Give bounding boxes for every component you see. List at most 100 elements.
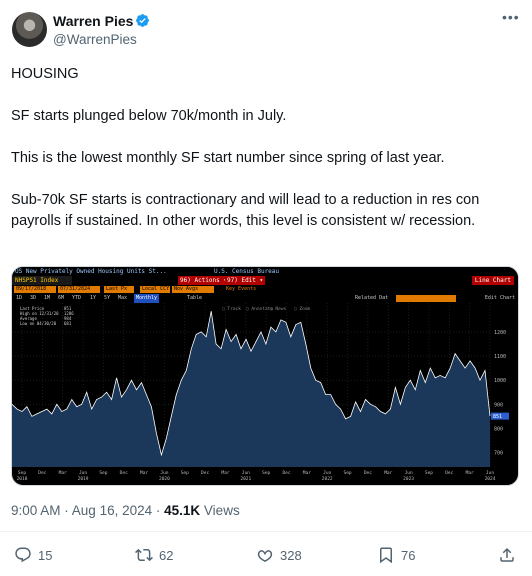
last-price-label: 851 (493, 414, 502, 420)
y-tick-label: 900 (494, 402, 503, 408)
timeframe-tab: 6M (58, 295, 65, 301)
x-tick-label: Jun (405, 470, 413, 476)
x-tick-label: Dec (445, 470, 453, 476)
x-tick-label: Sep (99, 470, 107, 476)
x-tick-label: Mar (303, 470, 311, 476)
divider (0, 531, 532, 532)
x-year-label: 2020 (159, 476, 170, 482)
chart-toolbar-item: ▢ News (270, 306, 287, 312)
x-tick-label: Dec (38, 470, 46, 476)
x-tick-label: Jun (323, 470, 331, 476)
x-tick-label: Jun (79, 470, 87, 476)
x-year-label: 2019 (78, 476, 89, 482)
actions-menu: 96) Actions ▾ (178, 276, 229, 285)
x-tick-label: Mar (384, 470, 392, 476)
averages-field: Nov Avgs (172, 286, 214, 293)
edit-menu: 97) Edit ▾ (225, 276, 266, 285)
currency-field: Local CCY (140, 286, 170, 293)
x-tick-label: Dec (364, 470, 372, 476)
legend-label: Low on 04/30/20 (20, 321, 57, 326)
timeframe-tab-active: Monthly (134, 294, 160, 303)
views-label: Views (203, 503, 240, 518)
x-tick-label: Jun (242, 470, 250, 476)
bookmark-count: 76 (401, 547, 416, 563)
reply-icon (15, 547, 31, 563)
table-label: Table (187, 295, 203, 301)
price-field: Last Px (104, 286, 134, 293)
tweet-paragraph: This is the lowest monthly SF start numb… (11, 150, 445, 166)
y-tick-label: 700 (494, 451, 503, 457)
y-tick-label: 1200 (494, 330, 506, 336)
chart-timeframe-bar: 1D 3D 1M 6M YTD 1Y 5Y Max Monthly Table … (12, 294, 518, 303)
x-tick-label: Mar (140, 470, 148, 476)
key-events-label: Key Events (226, 286, 257, 292)
chart-command-bar: NHSPS1 Index 96) Actions ▾ 97) Edit ▾ Li… (12, 276, 518, 285)
reply-count: 15 (38, 547, 53, 563)
x-tick-label: Dec (201, 470, 209, 476)
x-tick-label: Sep (343, 470, 351, 476)
x-tick-label: Sep (18, 470, 26, 476)
timestamp[interactable]: 9:00 AM · Aug 16, 2024 · 45.1K Views (11, 502, 240, 519)
x-tick-label: Jun (486, 470, 494, 476)
chart-title-bar: US New Privately Owned Housing Units St.… (12, 267, 518, 276)
repost-count: 62 (159, 547, 174, 563)
x-year-label: 2021 (240, 476, 251, 482)
bookmark-icon (380, 547, 392, 564)
timeframe-tab: 1Y (90, 295, 97, 301)
related-data-field (396, 295, 456, 302)
x-tick-label: Dec (282, 470, 290, 476)
x-year-label: 2022 (322, 476, 333, 482)
heart-icon (257, 550, 273, 562)
timeframe-tab: 1M (44, 295, 51, 301)
share-button[interactable] (498, 546, 522, 564)
timeframe-tab: YTD (72, 295, 82, 301)
display-name[interactable]: Warren Pies (53, 12, 133, 30)
line-chart-label: Line Chart (471, 276, 514, 285)
tweet-paragraph: SF starts plunged below 70k/month in Jul… (11, 108, 287, 124)
chart-image[interactable]: US New Privately Owned Housing Units St.… (11, 266, 519, 486)
more-options-icon[interactable]: ••• (502, 10, 522, 26)
date-start-field: 09/17/2018 (14, 286, 56, 293)
x-tick-label: Sep (262, 470, 270, 476)
housing-starts-chart: 700800900100011001200851Sep2018Dec Mar Jun… (12, 303, 509, 482)
repost-icon (135, 548, 153, 562)
handle[interactable]: @WarrenPies (53, 31, 137, 48)
actions-label: Actions (194, 277, 220, 284)
y-tick-label: 800 (494, 426, 503, 432)
tweet-paragraph: HOUSING (11, 66, 79, 82)
chart-settings-bar: 09/17/2018 07/31/2024 Last Px Local CCY … (12, 285, 518, 294)
x-tick-label: Mar (59, 470, 67, 476)
bookmark-button[interactable]: 76 (377, 546, 415, 564)
reply-button[interactable]: 15 (14, 546, 52, 564)
legend-value: 681 (64, 321, 72, 326)
x-tick-label: Sep (425, 470, 433, 476)
y-tick-label: 1000 (494, 378, 506, 384)
ticker-label: NHSPS1 Index (12, 276, 72, 285)
views-count: 45.1K (164, 503, 201, 518)
like-count: 328 (280, 547, 302, 563)
tweet-date: Aug 16, 2024 (71, 503, 153, 518)
chart-toolbar-item: ▢ Track (222, 306, 241, 312)
date-end-field: 07/31/2024 (58, 286, 100, 293)
tweet: Warren Pies @WarrenPies ••• HOUSING SF s… (0, 0, 532, 576)
chart-source: U.S. Census Bureau (214, 268, 280, 275)
timeframe-tab: 5Y (104, 295, 111, 301)
x-year-label: 2023 (403, 476, 414, 482)
tweet-time: 9:00 AM (11, 503, 61, 518)
like-button[interactable]: 328 (256, 546, 302, 564)
verified-badge-icon (136, 14, 149, 27)
edit-chart-label: Edit Chart (484, 295, 515, 301)
chart-toolbar-item: ▢ Zoom (294, 306, 311, 312)
edit-label: Edit (241, 277, 256, 284)
x-tick-label: Dec (120, 470, 128, 476)
timeframe-tab: 3D (30, 295, 37, 301)
y-tick-label: 1100 (494, 354, 506, 360)
avatar[interactable] (12, 12, 47, 47)
repost-button[interactable]: 62 (135, 546, 173, 564)
timeframe-tab: Max (118, 295, 128, 301)
related-data-label: Related Dat (355, 295, 389, 301)
x-tick-label: Jun (160, 470, 168, 476)
x-year-label: 2018 (17, 476, 28, 482)
x-tick-label: Mar (221, 470, 229, 476)
tweet-paragraph: Sub-70k SF starts is contractionary and … (11, 192, 480, 229)
